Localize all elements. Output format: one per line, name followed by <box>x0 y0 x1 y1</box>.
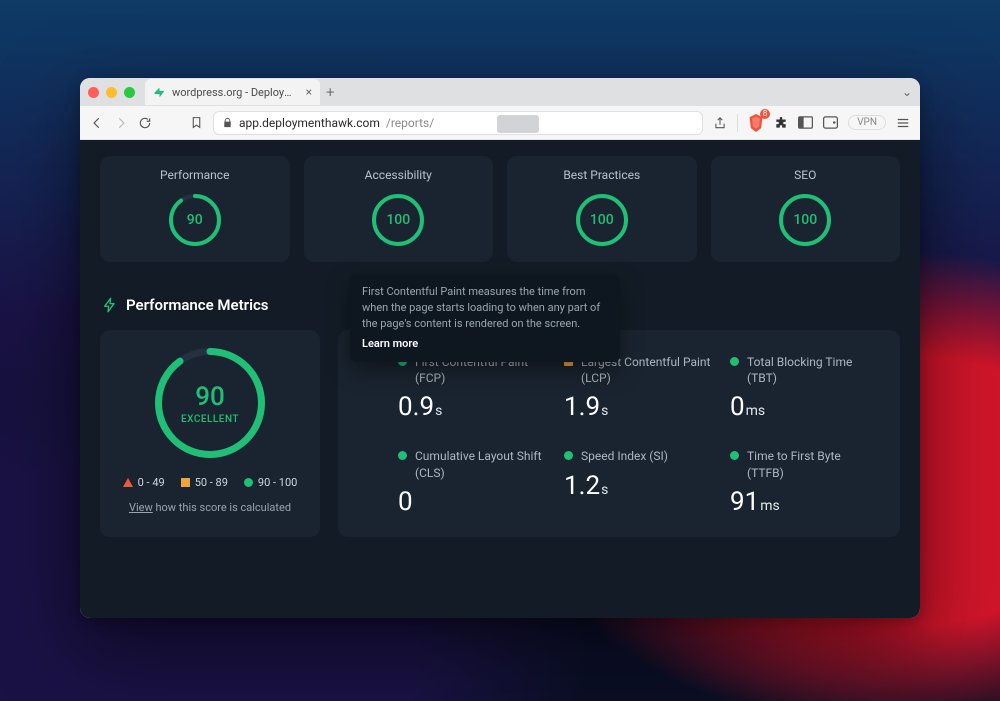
metric-name: Total Blocking Time (TBT) <box>747 354 878 386</box>
metric-name: Cumulative Layout Shift (CLS) <box>415 448 546 480</box>
metric-header: Time to First Byte (TTFB) <box>730 448 878 480</box>
close-window-icon[interactable] <box>88 87 99 98</box>
metric-name: Time to First Byte (TTFB) <box>747 448 878 480</box>
score-card-title: Accessibility <box>365 168 432 182</box>
back-button[interactable] <box>90 116 104 130</box>
score-ring: 90 <box>169 194 221 246</box>
metric-header: Cumulative Layout Shift (CLS) <box>398 448 546 480</box>
score-ring: 100 <box>576 194 628 246</box>
metric-value: 91ms <box>730 487 878 517</box>
score-card-best-practices[interactable]: Best Practices 100 <box>507 156 697 262</box>
wallet-icon[interactable] <box>823 116 838 129</box>
forward-button[interactable] <box>114 116 128 130</box>
overall-score-card: 90EXCELLENT 0 - 49 50 - 89 90 - 100 View… <box>100 330 320 537</box>
maximize-window-icon[interactable] <box>124 87 135 98</box>
toolbar-actions: 8 VPN <box>713 114 910 132</box>
shields-badge: 8 <box>760 109 771 119</box>
status-dot-icon <box>730 451 739 460</box>
metric-value: 1.2s <box>564 471 712 501</box>
bolt-icon <box>102 297 118 313</box>
toolbar-divider <box>737 114 738 132</box>
tooltip-text: First Contentful Paint measures the time… <box>362 285 600 330</box>
tab-strip: wordpress.org - DeploymentHa × + ⌄ <box>80 78 920 106</box>
metric-value: 0.9s <box>398 392 546 422</box>
metric-largest-contentful-paint-lcp-[interactable]: Largest Contentful Paint (LCP) 1.9s <box>564 354 712 422</box>
minimize-window-icon[interactable] <box>106 87 117 98</box>
square-icon <box>181 478 190 487</box>
bookmark-button[interactable] <box>190 116 203 129</box>
browser-toolbar: app.deploymenthawk.com/reports/ 8 VPN <box>80 106 920 140</box>
overall-score-ring: 90EXCELLENT <box>155 348 265 458</box>
brave-shields-icon[interactable]: 8 <box>748 114 764 132</box>
status-dot-icon <box>564 451 573 460</box>
score-card-performance[interactable]: Performance 90 <box>100 156 290 262</box>
reload-button[interactable] <box>138 116 152 130</box>
legend-high: 90 - 100 <box>244 476 297 489</box>
metric-name: Speed Index (SI) <box>581 448 668 464</box>
metric-value: 0 <box>398 487 546 517</box>
menu-button-icon[interactable] <box>896 116 910 130</box>
lock-icon <box>222 117 233 128</box>
share-button-icon[interactable] <box>713 116 727 130</box>
window-controls <box>88 87 135 98</box>
metric-first-contentful-paint-fcp-[interactable]: First Contentful Paint (FCP) 0.9s <box>398 354 546 422</box>
site-favicon-icon <box>153 86 166 99</box>
score-explainer-link[interactable]: View how this score is calculated <box>129 501 291 514</box>
learn-more-link[interactable]: Learn more <box>362 336 418 352</box>
score-card-title: Performance <box>160 168 229 182</box>
score-ring: 100 <box>372 194 424 246</box>
metric-header: Speed Index (SI) <box>564 448 712 464</box>
desktop-wallpaper: wordpress.org - DeploymentHa × + ⌄ app.d… <box>0 0 1000 701</box>
lighthouse-score-row: Performance 90 Accessibility 100 Best Pr… <box>100 156 900 262</box>
metric-value: 0ms <box>730 392 878 422</box>
metric-value: 1.9s <box>564 392 712 422</box>
tab-title: wordpress.org - DeploymentHa <box>172 86 300 99</box>
score-card-title: SEO <box>794 168 816 182</box>
metric-cumulative-layout-shift-cls-[interactable]: Cumulative Layout Shift (CLS) 0 <box>398 448 546 516</box>
triangle-icon <box>123 478 133 487</box>
metric-header: Total Blocking Time (TBT) <box>730 354 878 386</box>
address-progress-indicator <box>497 115 539 133</box>
score-card-seo[interactable]: SEO 100 <box>711 156 901 262</box>
status-dot-icon <box>730 357 739 366</box>
metric-total-blocking-time-tbt-[interactable]: Total Blocking Time (TBT) 0ms <box>730 354 878 422</box>
close-tab-icon[interactable]: × <box>306 85 312 99</box>
vpn-button[interactable]: VPN <box>848 115 886 130</box>
score-legend: 0 - 49 50 - 89 90 - 100 <box>123 476 298 489</box>
sidebar-toggle-icon[interactable] <box>798 116 813 129</box>
section-title: Performance Metrics <box>126 296 269 314</box>
score-ring: 100 <box>779 194 831 246</box>
circle-icon <box>244 478 253 487</box>
metric-speed-index-si-[interactable]: Speed Index (SI) 1.2s <box>564 448 712 516</box>
browser-tab[interactable]: wordpress.org - DeploymentHa × <box>145 79 320 105</box>
page-content: Performance 90 Accessibility 100 Best Pr… <box>80 140 920 618</box>
extensions-icon[interactable] <box>774 116 788 130</box>
score-card-title: Best Practices <box>563 168 640 182</box>
score-card-accessibility[interactable]: Accessibility 100 <box>304 156 494 262</box>
url-path: /reports/ <box>386 116 434 130</box>
new-tab-button[interactable]: + <box>326 83 334 101</box>
tab-overflow-icon[interactable]: ⌄ <box>902 85 912 99</box>
legend-mid: 50 - 89 <box>181 476 228 489</box>
metric-time-to-first-byte-ttfb-[interactable]: Time to First Byte (TTFB) 91ms <box>730 448 878 516</box>
legend-low: 0 - 49 <box>123 476 165 489</box>
fcp-tooltip: First Contentful Paint measures the time… <box>350 274 620 362</box>
metrics-area: First Contentful Paint measures the time… <box>100 330 900 537</box>
status-dot-icon <box>398 451 407 460</box>
url-host: app.deploymenthawk.com <box>239 116 380 130</box>
address-bar[interactable]: app.deploymenthawk.com/reports/ <box>213 111 703 135</box>
browser-window: wordpress.org - DeploymentHa × + ⌄ app.d… <box>80 78 920 618</box>
